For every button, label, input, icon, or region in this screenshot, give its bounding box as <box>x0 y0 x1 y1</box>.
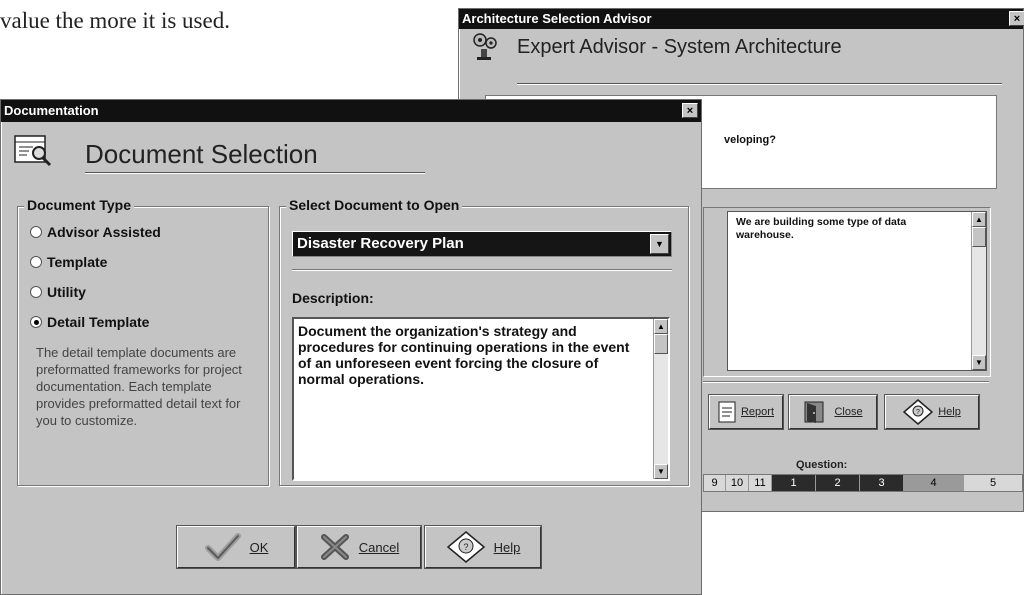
document-type-help-text: The detail template documents are prefor… <box>36 345 242 428</box>
radio-label: Utility <box>47 284 86 300</box>
question-number[interactable]: 10 <box>726 475 749 491</box>
advisor-close-label: Close <box>834 406 863 418</box>
document-type-label: Document Type <box>24 197 134 213</box>
question-label: Question: <box>796 459 848 471</box>
description-text: Document the organization's strategy and… <box>298 323 630 387</box>
document-dropdown[interactable]: Disaster Recovery Plan ▼ <box>292 231 672 257</box>
help-label: Help <box>493 539 521 555</box>
svg-text:?: ? <box>463 542 468 552</box>
radio-button[interactable] <box>30 256 42 269</box>
advisor-header-title: Expert Advisor - System Architecture <box>517 36 842 58</box>
document-type-group: Document Type Advisor Assisted Template … <box>17 197 269 486</box>
advisor-answer-text: We are building some type of data wareho… <box>736 216 907 241</box>
ok-label: OK <box>249 539 269 555</box>
door-icon <box>804 401 824 423</box>
question-number[interactable]: 4 <box>904 475 964 491</box>
description-box[interactable]: Document the organization's strategy and… <box>292 317 670 481</box>
advisor-separator <box>703 381 989 383</box>
help-diamond-icon: ? <box>903 399 934 425</box>
advisor-gears-icon <box>473 33 497 60</box>
checkmark-icon <box>204 533 241 561</box>
question-number[interactable]: 9 <box>704 475 726 491</box>
report-button[interactable]: Report <box>708 394 784 430</box>
advisor-close-icon[interactable]: × <box>1009 11 1024 26</box>
question-number[interactable]: 11 <box>749 475 772 491</box>
documentation-header-title: Document Selection <box>85 139 318 169</box>
documentation-header-underline <box>85 172 425 174</box>
magnifier-document-icon <box>14 135 52 167</box>
scroll-up-icon[interactable]: ▲ <box>972 212 986 227</box>
scroll-up-icon[interactable]: ▲ <box>654 319 668 334</box>
documentation-titlebar: Documentation × <box>1 100 701 122</box>
advisor-close-button[interactable]: Close <box>788 394 878 430</box>
documentation-close-icon[interactable]: × <box>682 103 698 118</box>
dropdown-arrow-icon[interactable]: ▼ <box>650 234 669 254</box>
select-document-group: Select Document to Open Disaster Recover… <box>279 197 689 486</box>
advisor-header-underline <box>517 83 1002 85</box>
radio-button-selected[interactable] <box>30 316 42 329</box>
select-document-label: Select Document to Open <box>286 197 463 213</box>
advisor-answer-scrollbar[interactable]: ▲ ▼ <box>971 212 986 370</box>
report-label: Report <box>740 406 775 418</box>
background-page-text: value the more it is used. <box>0 8 230 33</box>
cancel-button[interactable]: Cancel <box>296 525 422 569</box>
scroll-thumb[interactable] <box>972 227 986 247</box>
advisor-header: Expert Advisor - System Architecture <box>471 31 1002 85</box>
scroll-thumb[interactable] <box>654 334 668 354</box>
svg-text:?: ? <box>916 409 920 416</box>
advisor-title: Architecture Selection Advisor <box>462 11 652 26</box>
advisor-titlebar: Architecture Selection Advisor × <box>459 9 1024 29</box>
advisor-help-label: Help <box>938 406 961 418</box>
dropdown-value: Disaster Recovery Plan <box>297 235 464 252</box>
question-number-bar: 9 10 11 1 2 3 4 5 <box>703 474 1023 492</box>
select-document-separator <box>292 269 672 271</box>
radio-button[interactable] <box>30 226 42 239</box>
radio-label: Advisor Assisted <box>47 224 161 240</box>
documentation-title: Documentation <box>4 103 99 118</box>
advisor-help-button[interactable]: ? Help <box>884 394 980 430</box>
help-diamond-icon: ? <box>446 531 485 563</box>
radio-label: Template <box>47 254 108 270</box>
radio-utility[interactable]: Utility <box>30 282 86 302</box>
radio-button[interactable] <box>30 286 42 299</box>
radio-advisor-assisted[interactable]: Advisor Assisted <box>30 222 161 242</box>
report-icon <box>718 401 736 423</box>
ok-button[interactable]: OK <box>176 525 296 569</box>
question-number[interactable]: 5 <box>964 475 1022 491</box>
question-number-active[interactable]: 1 <box>772 475 816 491</box>
advisor-question-text: veloping? <box>724 134 776 146</box>
documentation-window: Documentation × Document Selection Docum… <box>0 99 702 595</box>
help-button[interactable]: ? Help <box>424 525 542 569</box>
radio-label: Detail Template <box>47 314 150 330</box>
radio-template[interactable]: Template <box>30 252 107 272</box>
scroll-down-icon[interactable]: ▼ <box>972 355 986 370</box>
scroll-down-icon[interactable]: ▼ <box>654 464 668 479</box>
radio-detail-template[interactable]: Detail Template <box>30 312 149 332</box>
cancel-label: Cancel <box>358 539 400 555</box>
question-number-active[interactable]: 3 <box>860 475 904 491</box>
description-scrollbar[interactable]: ▲ ▼ <box>653 319 668 479</box>
question-number-active[interactable]: 2 <box>816 475 860 491</box>
advisor-answer-box[interactable]: We are building some type of data wareho… <box>727 211 987 371</box>
x-mark-icon <box>320 534 349 560</box>
description-label: Description: <box>292 290 374 306</box>
